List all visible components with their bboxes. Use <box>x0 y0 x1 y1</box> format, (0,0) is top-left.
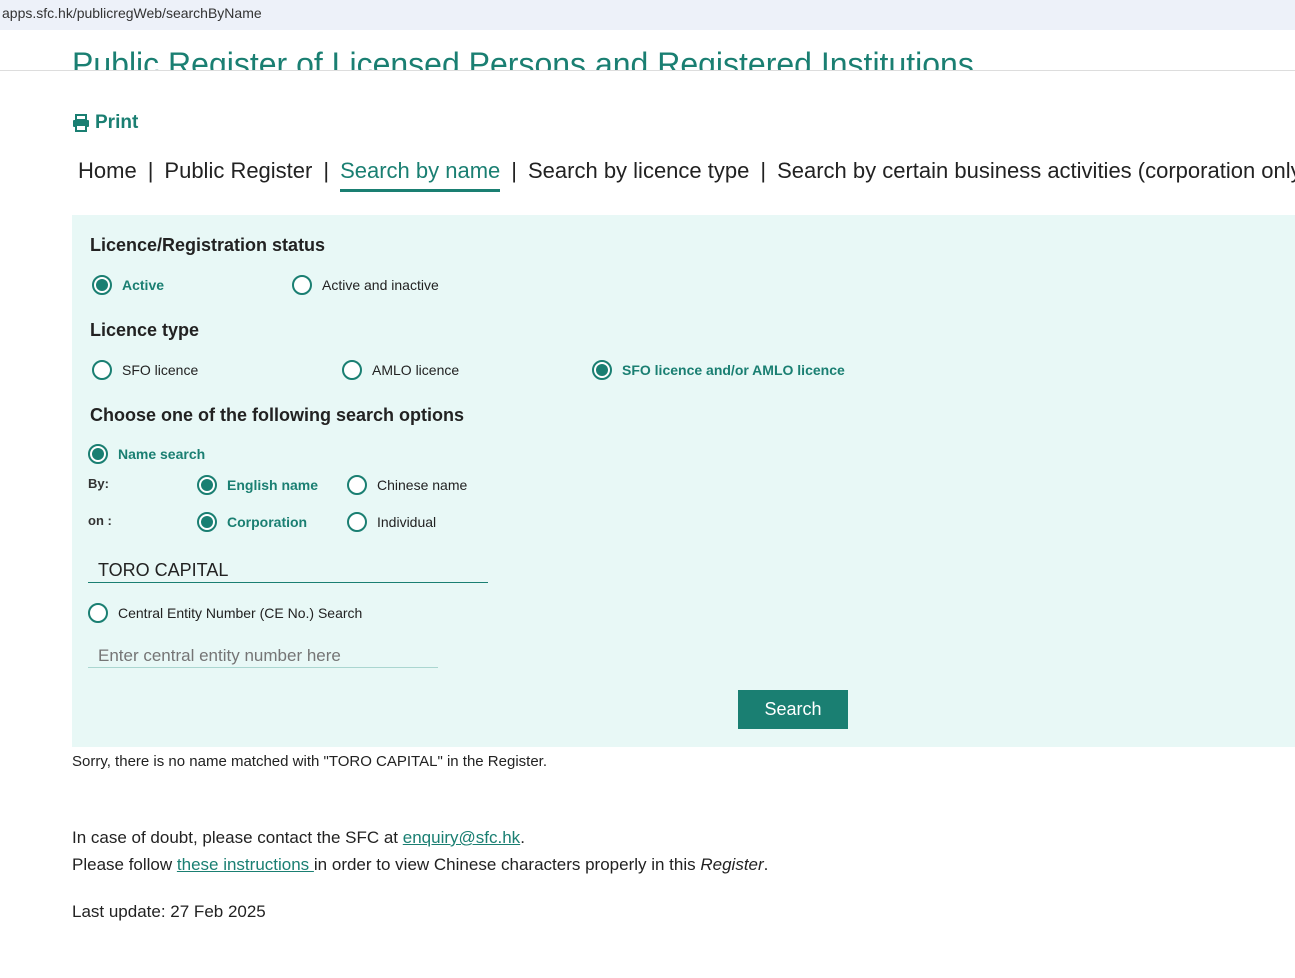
last-update: Last update: 27 Feb 2025 <box>72 902 266 921</box>
radio-corporation[interactable]: Corporation <box>197 512 307 532</box>
radio-checked-icon <box>88 444 108 464</box>
radio-checked-icon <box>592 360 612 380</box>
breadcrumb-nav: Home | Public Register | Search by name | S… <box>78 158 1295 192</box>
radio-chinese-name[interactable]: Chinese name <box>347 475 467 495</box>
separator: | <box>147 158 154 183</box>
status-heading: Licence/Registration status <box>90 235 326 255</box>
radio-ce-search[interactable]: Central Entity Number (CE No.) Search <box>88 603 362 623</box>
title-region: Public Register of Licensed Persons and … <box>0 30 1295 71</box>
licence-type-heading: Licence type <box>90 320 200 340</box>
radio-checked-icon <box>197 475 217 495</box>
address-bar[interactable]: apps.sfc.hk/publicregWeb/searchByName <box>0 0 1295 30</box>
radio-sfo-and-or-amlo[interactable]: SFO licence and/or AMLO licence <box>592 360 845 380</box>
radio-unchecked-icon <box>88 603 108 623</box>
nav-search-by-licence-type[interactable]: Search by licence type <box>528 158 749 192</box>
radio-unchecked-icon <box>342 360 362 380</box>
radio-unchecked-icon <box>92 360 112 380</box>
radio-individual[interactable]: Individual <box>347 512 436 532</box>
name-input[interactable] <box>88 559 488 583</box>
radio-checked-icon <box>92 275 112 295</box>
on-label: on : <box>88 513 112 528</box>
nav-search-by-name[interactable]: Search by name <box>340 158 501 192</box>
page-title: Public Register of Licensed Persons and … <box>72 46 974 71</box>
instructions-link[interactable]: these instructions <box>177 855 314 874</box>
radio-english-name[interactable]: English name <box>197 475 318 495</box>
separator: | <box>323 158 330 183</box>
contact-line: In case of doubt, please contact the SFC… <box>72 828 525 847</box>
radio-sfo[interactable]: SFO licence <box>92 360 198 380</box>
radio-unchecked-icon <box>347 512 367 532</box>
nav-public-register[interactable]: Public Register <box>164 158 312 192</box>
separator: | <box>511 158 517 183</box>
radio-unchecked-icon <box>292 275 312 295</box>
search-options-heading: Choose one of the following search optio… <box>90 405 465 425</box>
radio-checked-icon <box>197 512 217 532</box>
instructions-line: Please follow these instructions in orde… <box>72 855 769 874</box>
separator: | <box>760 158 767 183</box>
ce-number-input[interactable] <box>88 645 438 668</box>
url-text: apps.sfc.hk/publicregWeb/searchByName <box>2 5 262 21</box>
printer-icon <box>73 114 89 132</box>
search-form: Licence/Registration status Active Activ… <box>72 215 1295 747</box>
radio-active[interactable]: Active <box>92 275 164 295</box>
no-result-message: Sorry, there is no name matched with "TO… <box>72 753 548 770</box>
nav-search-by-business-activities[interactable]: Search by certain business activities (c… <box>777 158 1295 192</box>
by-label: By: <box>88 476 109 491</box>
nav-home[interactable]: Home <box>78 158 137 192</box>
radio-unchecked-icon <box>347 475 367 495</box>
radio-amlo[interactable]: AMLO licence <box>342 360 459 380</box>
radio-active-inactive[interactable]: Active and inactive <box>292 275 439 295</box>
email-link[interactable]: enquiry@sfc.hk <box>403 828 520 847</box>
radio-name-search[interactable]: Name search <box>88 444 205 464</box>
search-button[interactable]: Search <box>738 690 848 729</box>
print-button[interactable]: Print <box>72 112 138 134</box>
